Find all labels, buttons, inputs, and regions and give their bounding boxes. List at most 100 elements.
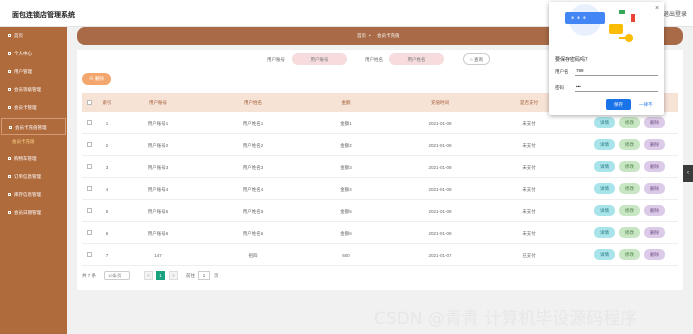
logout-link[interactable]: 退出登录 [663, 9, 687, 18]
sidebar-item-label: 会员卡管理 [14, 105, 37, 110]
search-button[interactable]: ○ 查询 [463, 53, 490, 65]
cell-amount: 金额1 [340, 121, 352, 126]
breadcrumb-current: 会员卡充值 [377, 33, 400, 38]
collapse-tab[interactable]: ‹ [683, 165, 693, 182]
row-checkbox[interactable] [87, 120, 92, 125]
cell-date: 2021-01-09 [428, 165, 452, 170]
batch-delete-label: 删除 [94, 76, 104, 81]
next-page-button[interactable]: > [169, 271, 178, 280]
detail-button[interactable]: 详情 [594, 227, 615, 238]
row-checkbox[interactable] [87, 142, 92, 147]
sidebar-item-home[interactable]: 首页 [1, 27, 66, 44]
detail-button[interactable]: 详情 [594, 205, 615, 216]
calendar-icon [8, 211, 11, 215]
edit-button[interactable]: 修改 [619, 139, 640, 150]
breadcrumb-separator: • [369, 33, 371, 38]
edit-button[interactable]: 修改 [619, 161, 640, 172]
delete-button[interactable]: 删除 [644, 117, 665, 128]
cell-amount: 金额5 [340, 209, 352, 214]
cell-paid: 未支付 [522, 209, 536, 214]
goto-label: 前往 [186, 273, 195, 278]
cell-index: 6 [105, 231, 109, 236]
cell-name: 用户姓名5 [242, 209, 264, 214]
cell-account: 用户账号3 [147, 165, 169, 170]
sidebar-item-card-recharge[interactable]: 会员卡充值管理 [1, 118, 66, 135]
prev-page-button[interactable]: < [144, 271, 153, 280]
home-icon [8, 34, 11, 38]
sidebar-item-label: 会员等级管理 [14, 87, 41, 92]
table-row: 7 147 祖四 600 2021-01-07 已支付 详情 修改 删除 [82, 244, 678, 266]
name-search-input[interactable] [389, 53, 444, 65]
cart-icon [8, 157, 11, 161]
detail-button[interactable]: 详情 [594, 183, 615, 194]
page-size-select[interactable]: 10条/页 [104, 271, 130, 280]
row-checkbox[interactable] [87, 252, 92, 257]
user-icon [8, 52, 11, 56]
save-password-popup: * * * × 要保存密码吗？ 用户名 789 密码 ••• 保存 一律不 [549, 2, 664, 115]
search-button-label: 查询 [473, 57, 483, 62]
edit-button[interactable]: 修改 [619, 183, 640, 194]
sidebar-item-stock[interactable]: 库存信息管理 [1, 186, 66, 203]
detail-button[interactable]: 详情 [594, 117, 615, 128]
delete-button[interactable]: 删除 [644, 183, 665, 194]
pagination: 共 7 条 10条/页 < 1 > 前往 1 页 [82, 271, 382, 281]
table-row: 3 用户账号3 用户姓名3 金额3 2021-01-09 未支付 详情 修改 删除 [82, 156, 678, 178]
app-title: 面包连锁店管理系统 [12, 12, 75, 19]
select-all-checkbox[interactable] [87, 100, 92, 105]
delete-button[interactable]: 删除 [644, 227, 665, 238]
edit-button[interactable]: 修改 [619, 227, 640, 238]
delete-button[interactable]: 删除 [644, 139, 665, 150]
detail-button[interactable]: 详情 [594, 161, 615, 172]
account-search-input[interactable] [292, 53, 347, 65]
header-amount: 金额 [341, 100, 351, 105]
delete-button[interactable]: 删除 [644, 205, 665, 216]
edit-button[interactable]: 修改 [619, 117, 640, 128]
cell-paid: 未支付 [522, 143, 536, 148]
table-row: 2 用户账号2 用户姓名2 金额2 2021-01-09 未支付 详情 修改 删除 [82, 134, 678, 156]
stock-icon [8, 193, 11, 197]
cell-date: 2021-01-09 [428, 209, 452, 214]
goto-page-input[interactable]: 1 [198, 271, 210, 280]
cell-amount: 金额6 [340, 231, 352, 236]
table-row: 1 用户账号1 用户姓名1 金额1 2021-01-09 未支付 详情 修改 删除 [82, 112, 678, 134]
cell-paid: 未支付 [522, 165, 536, 170]
sidebar-item-orders[interactable]: 订单信息管理 [1, 168, 66, 185]
never-save-button[interactable]: 一律不 [639, 102, 653, 108]
table-row: 4 用户账号4 用户姓名4 金额4 2021-01-09 未支付 详情 修改 删除 [82, 178, 678, 200]
sidebar-item-profile[interactable]: 个人中心 [1, 45, 66, 62]
save-password-button[interactable]: 保存 [606, 99, 631, 110]
row-checkbox[interactable] [87, 164, 92, 169]
detail-button[interactable]: 详情 [594, 139, 615, 150]
edit-button[interactable]: 修改 [619, 249, 640, 260]
row-checkbox[interactable] [87, 186, 92, 191]
sidebar-item-member-level[interactable]: 会员等级管理 [1, 81, 66, 98]
cell-amount: 600 [342, 253, 350, 258]
delete-button[interactable]: 删除 [644, 249, 665, 260]
breadcrumb-home[interactable]: 首页 [357, 33, 366, 39]
username-field[interactable]: 789 [575, 66, 658, 76]
cell-index: 4 [105, 187, 109, 192]
edit-button[interactable]: 修改 [619, 205, 640, 216]
sidebar-item-label: 会员日期管理 [14, 210, 41, 215]
username-label: 用户名 [555, 69, 569, 74]
detail-button[interactable]: 详情 [594, 249, 615, 260]
sidebar-item-member-day[interactable]: 会员日期管理 [1, 204, 66, 221]
name-search-label: 用户姓名 [365, 57, 383, 62]
password-field[interactable]: ••• [575, 82, 658, 92]
page-1-button[interactable]: 1 [156, 271, 165, 280]
cell-account: 用户账号2 [147, 143, 169, 148]
sidebar-subitem-card-recharge[interactable]: 会员卡充值 [12, 139, 35, 145]
batch-delete-button[interactable]: ⊖ 删除 [82, 73, 111, 85]
row-checkbox[interactable] [87, 208, 92, 213]
sidebar-item-users[interactable]: 用户管理 [1, 63, 66, 80]
header-index: 索引 [102, 100, 112, 105]
header-date: 充值时间 [431, 100, 449, 105]
close-icon[interactable]: × [655, 5, 659, 12]
sidebar-item-member-card[interactable]: 会员卡管理 [1, 99, 66, 116]
row-checkbox[interactable] [87, 230, 92, 235]
delete-button[interactable]: 删除 [644, 161, 665, 172]
cell-index: 3 [105, 165, 109, 170]
sidebar-item-cart[interactable]: 购物车管理 [1, 150, 66, 167]
cell-amount: 金额3 [340, 165, 352, 170]
cell-name: 用户姓名2 [242, 143, 264, 148]
